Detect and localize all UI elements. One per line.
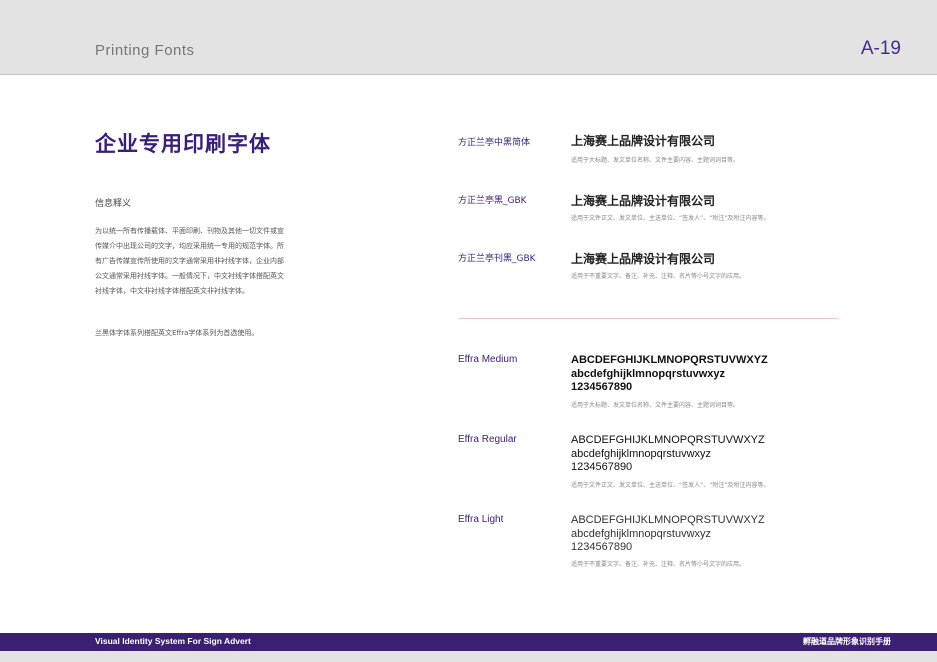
font-name-effra-light: Effra Light bbox=[458, 514, 504, 525]
uppercase-sample: ABCDEFGHIJKLMNOPQRSTUVWXYZ bbox=[571, 434, 765, 446]
info-body: 为以统一所有传播载体、平面印刷、刊物及其他一切文件或宣传媒介中出现公司的文字，均… bbox=[95, 227, 284, 295]
info-note: 兰黑体字体系列搭配英文Effra字体系列为首选使用。 bbox=[95, 329, 259, 337]
header-title: Printing Fonts bbox=[95, 42, 195, 59]
uppercase-sample: ABCDEFGHIJKLMNOPQRSTUVWXYZ bbox=[571, 354, 768, 366]
font-usage-kanhei: 适用于不重要文字、备注、补充、注释、名片等小号文字的应用。 bbox=[571, 273, 746, 280]
footer-system-title: Visual Identity System For Sign Advert bbox=[95, 636, 251, 646]
font-usage-lantinghei: 适用于文件正文、发文单位、主送单位、“签发人”、“附注”及附注内容等。 bbox=[571, 215, 770, 222]
info-heading: 信息释义 bbox=[95, 199, 132, 209]
uppercase-sample: ABCDEFGHIJKLMNOPQRSTUVWXYZ bbox=[571, 514, 765, 526]
footer-strip bbox=[0, 651, 937, 662]
font-usage-zhongheijian: 适用于大标题、发文单位名称、文件主要内容、主题词词目等。 bbox=[571, 157, 740, 164]
font-sample-effra-light: ABCDEFGHIJKLMNOPQRSTUVWXYZ abcdefghijklm… bbox=[571, 514, 765, 555]
digits-sample: 1234567890 bbox=[571, 541, 633, 553]
page-header: Printing Fonts A-19 bbox=[0, 0, 937, 75]
font-usage-effra-light: 适用于不重要文字、备注、补充、注释、名片等小号文字的应用。 bbox=[571, 561, 746, 568]
font-name-kanhei: 方正兰亭刊黑_GBK bbox=[458, 254, 536, 264]
page-number: A-19 bbox=[860, 38, 901, 59]
lowercase-sample: abcdefghijklmnopqrstuvwxyz bbox=[571, 367, 726, 380]
page-footer: Visual Identity System For Sign Advert 孵… bbox=[0, 633, 937, 651]
lowercase-sample: abcdefghijklmnopqrstuvwxyz bbox=[571, 527, 712, 540]
font-name-zhongheijian: 方正兰亭中黑简体 bbox=[458, 138, 531, 148]
digits-sample: 1234567890 bbox=[571, 381, 633, 393]
font-sample-lantinghei: 上海赛上品牌设计有限公司 bbox=[571, 194, 716, 208]
font-usage-effra-regular: 适用于文件正文、发文单位、主送单位、“签发人”、“附注”及附注内容等。 bbox=[571, 482, 770, 489]
section-divider bbox=[458, 318, 839, 319]
font-usage-effra-medium: 适用于大标题、发文单位名称、文件主要内容、主题词词目等。 bbox=[571, 402, 740, 409]
font-sample-zhongheijian: 上海赛上品牌设计有限公司 bbox=[571, 134, 716, 148]
font-sample-kanhei: 上海赛上品牌设计有限公司 bbox=[571, 252, 716, 266]
footer-manual-title: 孵融道品牌形象识别手册 bbox=[803, 637, 891, 646]
font-name-lantinghei: 方正兰亭黑_GBK bbox=[458, 196, 527, 206]
font-name-effra-medium: Effra Medium bbox=[458, 354, 518, 365]
font-sample-effra-medium: ABCDEFGHIJKLMNOPQRSTUVWXYZ abcdefghijklm… bbox=[571, 354, 768, 395]
lowercase-sample: abcdefghijklmnopqrstuvwxyz bbox=[571, 447, 712, 460]
page-title: 企业专用印刷字体 bbox=[95, 132, 271, 156]
font-sample-effra-regular: ABCDEFGHIJKLMNOPQRSTUVWXYZ abcdefghijklm… bbox=[571, 434, 765, 475]
font-name-effra-regular: Effra Regular bbox=[458, 434, 517, 445]
digits-sample: 1234567890 bbox=[571, 461, 633, 473]
